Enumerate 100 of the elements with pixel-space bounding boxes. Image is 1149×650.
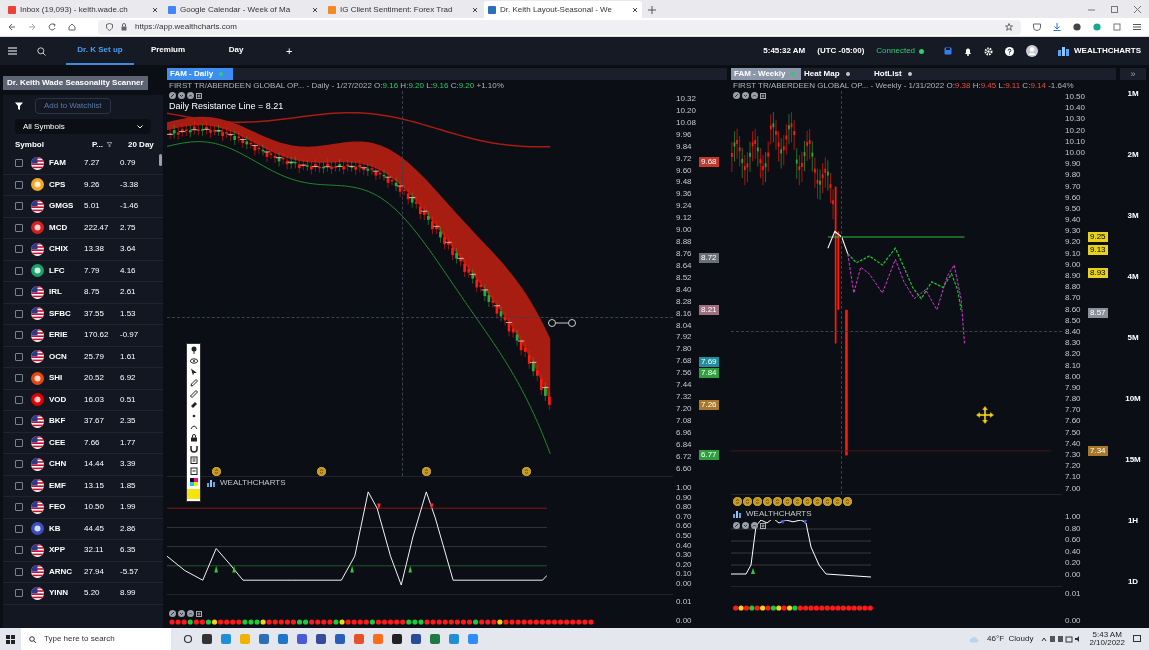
add-to-watchlist-button[interactable]: Add to Watchlist	[35, 98, 111, 114]
indicator-label: WEALTHCHARTS	[220, 477, 286, 489]
axis-label: 9.00	[676, 226, 693, 235]
price-cell-text: 37.55	[84, 307, 106, 320]
change-cell: -1.46	[120, 200, 139, 213]
app-logo-text: WEALTHCHARTS	[1074, 45, 1141, 57]
change-cell: 0.51	[120, 393, 136, 406]
browser-tab[interactable]: Google Calendar - Week of Ma	[164, 1, 322, 18]
axis-label: 8.60	[1065, 305, 1082, 314]
symbol-cell-text: KB	[48, 522, 62, 535]
symbol-cell-text: VOD	[48, 393, 68, 406]
price-cell-text: 222.47	[84, 221, 110, 234]
axis-label: 8.16	[676, 309, 693, 318]
price-badge: 7.84	[699, 368, 719, 379]
change-cell: 1.85	[120, 479, 136, 492]
symbol-cell-text: CEE	[48, 436, 67, 449]
axis-label: 0.30	[676, 551, 693, 560]
axis-label: 0.01	[1065, 590, 1082, 598]
price-badge: 7.26	[699, 400, 719, 411]
timeframe-button[interactable]: 5M	[1127, 332, 1139, 344]
axis-label: 8.90	[1065, 272, 1082, 280]
timeframe-button[interactable]: 1H	[1127, 515, 1139, 527]
change-cell: 3.64	[120, 243, 136, 256]
axis-label: 7.10	[1065, 473, 1082, 482]
change-cell: 8.99	[120, 587, 136, 600]
price-cell-text: 37.67	[84, 415, 106, 428]
axis-label: 0.60	[676, 522, 693, 531]
change-cell: 6.35	[120, 544, 136, 557]
axis-label: 9.96	[676, 130, 693, 139]
axis-label: 7.40	[1065, 439, 1082, 448]
chart-tab[interactable]: HotList	[871, 68, 941, 80]
change-cell: 2.35	[120, 415, 136, 428]
axis-label: 9.60	[676, 166, 693, 175]
axis-label: 0.00	[676, 617, 693, 625]
axis-label: 8.20	[1065, 350, 1082, 359]
axis-label: 6.84	[676, 440, 693, 449]
timeframe-button[interactable]: 1D	[1127, 576, 1139, 588]
axis-label: 9.70	[1065, 182, 1082, 191]
axis-label: 8.30	[1065, 339, 1082, 348]
chart-tab[interactable]: Heat Map	[801, 68, 871, 80]
timezone-label: (UTC -05:00)	[817, 45, 865, 57]
axis-label: 8.64	[676, 261, 693, 270]
column-header[interactable]: Symbol	[15, 138, 92, 151]
price-badge: 8.93	[1088, 267, 1108, 278]
layout-tab[interactable]: Day	[202, 37, 270, 65]
axis-label: 10.50	[1065, 93, 1087, 101]
change-cell: 1.53	[120, 307, 136, 320]
browser-tab[interactable]: Inbox (19,093) - keith.wade.ch	[4, 1, 162, 18]
axis-label: 9.72	[676, 154, 693, 163]
axis-label: 7.56	[676, 369, 693, 378]
price-cell-text: 10.50	[84, 501, 106, 514]
clock-time: 5:45:32 AM	[763, 45, 806, 57]
symbol-cell-text: SFBC	[48, 307, 72, 320]
timeframe-button[interactable]: 2M	[1127, 149, 1139, 161]
address-field[interactable]: https://app.wealthcharts.com	[98, 19, 1021, 35]
taskbar-date: 2/10/2022	[1089, 639, 1125, 647]
axis-label: 9.84	[676, 142, 693, 151]
axis-label: 0.00	[676, 579, 693, 588]
price-badge: 9.68	[699, 156, 719, 167]
symbol-cell-text: XPP	[48, 544, 66, 557]
price-cell-text: 170.62	[84, 329, 110, 342]
axis-label: 10.08	[676, 118, 698, 127]
change-cell: 2.86	[120, 522, 136, 535]
taskbar-search-field[interactable]: Type here to search	[21, 628, 171, 650]
axis-label: 0.50	[676, 531, 693, 540]
column-header[interactable]: 20 Day	[128, 138, 154, 151]
symbol-cell-text: IRL	[48, 286, 63, 299]
timeframe-button[interactable]: 10M	[1125, 393, 1141, 405]
price-cell-text: 9.26	[84, 178, 101, 191]
price-cell-text: 5.01	[84, 200, 101, 213]
layout-tab[interactable]: Premium	[134, 37, 202, 65]
axis-label: 0.60	[1065, 536, 1082, 545]
collapse-button[interactable]: »	[1120, 68, 1146, 80]
symbol-info: FIRST TR/ABERDEEN GLOBAL OP... - Daily - 1/27/2022 O:9.16 H:9.20 L:9.16 C:9.20 +1.10%	[168, 80, 505, 91]
price-cell-text: 8.75	[84, 286, 101, 299]
symbols-dropdown[interactable]: All Symbols	[15, 119, 151, 134]
price-cell-text: 44.45	[84, 522, 106, 535]
axis-label: 9.80	[1065, 171, 1082, 180]
axis-label: 10.32	[676, 95, 698, 103]
browser-tab[interactable]: Dr. Keith Layout-Seasonal - We	[484, 1, 642, 18]
column-header[interactable]: P...	[92, 138, 103, 151]
axis-label: 9.30	[1065, 227, 1082, 236]
price-cell-text: 16.03	[84, 393, 106, 406]
axis-label: 6.60	[676, 464, 693, 473]
timeframe-button[interactable]: 3M	[1127, 210, 1139, 222]
axis-label: 7.32	[676, 393, 693, 402]
axis-label: 0.70	[676, 512, 693, 521]
symbol-cell-text: MCD	[48, 221, 69, 234]
price-cell-text: 7.66	[84, 436, 101, 449]
browser-tab[interactable]: IG Client Sentiment: Forex Trad	[324, 1, 482, 18]
layout-tab[interactable]: Dr. K Set up	[66, 37, 134, 65]
study-label: Daily Resistance Line = 8.21	[169, 100, 284, 113]
axis-label: 6.72	[676, 452, 693, 461]
add-tab-button[interactable]: +	[282, 42, 297, 60]
timeframe-button[interactable]: 4M	[1127, 271, 1139, 283]
symbol-cell-text: GMGS	[48, 200, 75, 213]
timeframe-button[interactable]: 15M	[1125, 454, 1141, 466]
symbol-info: FIRST TR/ABERDEEN GLOBAL OP... - Weekly - 1/31/2022 O:9.38 H:9.45 L:9.11 C:9.14 -1.64%	[732, 80, 1075, 91]
price-cell-text: 13.38	[84, 243, 106, 256]
timeframe-button[interactable]: 1M	[1127, 88, 1139, 100]
